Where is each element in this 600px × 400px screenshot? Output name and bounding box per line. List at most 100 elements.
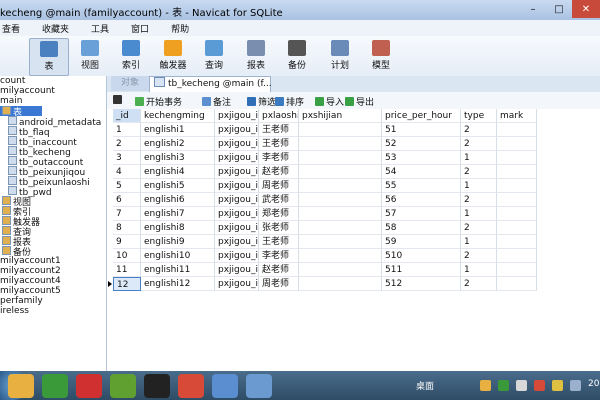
tree-item[interactable]: tb_kecheng (0, 146, 106, 158)
table-cell[interactable] (299, 151, 382, 165)
table-cell[interactable]: 武老师 (259, 193, 299, 207)
tree-item[interactable]: milyaccount4 (0, 276, 106, 286)
tray-icon[interactable] (534, 380, 545, 391)
table-cell[interactable]: 57 (382, 207, 461, 221)
table-cell[interactable] (497, 249, 537, 263)
table-cell[interactable]: englishi11 (141, 263, 215, 277)
table-cell[interactable]: pxjigou_id2 (215, 137, 259, 151)
table-cell[interactable]: pxjigou_id3 (215, 151, 259, 165)
table-cell[interactable]: 2 (113, 137, 141, 151)
table-cell[interactable]: englishi9 (141, 235, 215, 249)
table-cell[interactable]: 1 (461, 207, 497, 221)
table-cell[interactable]: 2 (461, 123, 497, 137)
table-cell[interactable]: 王老师 (259, 137, 299, 151)
table-cell[interactable]: 6 (113, 193, 141, 207)
taskbar-folder-icon[interactable] (8, 374, 34, 398)
table-cell[interactable]: pxjigou_id4 (215, 165, 259, 179)
table-cell[interactable] (497, 179, 537, 193)
taskbar-picture-icon[interactable] (212, 374, 238, 398)
tree-item[interactable]: ireless (0, 306, 106, 316)
column-header-pxjigou-id[interactable]: pxjigou_id (215, 109, 259, 123)
menu-window[interactable]: 窗口 (131, 22, 149, 35)
table-cell[interactable]: 7 (113, 207, 141, 221)
table-cell[interactable]: 2 (461, 137, 497, 151)
toolbar-model-button[interactable]: 模型 (362, 38, 400, 74)
taskbar-ie-icon[interactable] (42, 374, 68, 398)
table-cell[interactable]: 2 (461, 193, 497, 207)
tree-item[interactable]: 视图 (0, 196, 106, 208)
table-cell[interactable] (299, 207, 382, 221)
table-cell[interactable]: 8 (113, 221, 141, 235)
toolbar-table-button[interactable]: 表 (29, 38, 69, 76)
table-cell[interactable]: 周老师 (259, 179, 299, 193)
action-filter-button[interactable]: 筛选 (247, 95, 276, 108)
tab-objects[interactable]: 对象 (111, 76, 149, 91)
table-cell[interactable]: 9 (113, 235, 141, 249)
table-cell[interactable] (497, 221, 537, 235)
table-cell[interactable] (497, 137, 537, 151)
table-cell[interactable]: englishi2 (141, 137, 215, 151)
table-cell[interactable] (299, 249, 382, 263)
table-cell[interactable]: 3 (113, 151, 141, 165)
action-import-button[interactable]: 导入 (315, 95, 344, 108)
toolbar-query-button[interactable]: 查询 (195, 38, 233, 74)
column-header-price-per-hour[interactable]: price_per_hour (382, 109, 461, 123)
action-sort-button[interactable]: 排序 (275, 95, 304, 108)
tree-item[interactable]: 索引 (0, 206, 106, 218)
taskbar-dark-app-icon[interactable] (144, 374, 170, 398)
table-cell[interactable]: 王老师 (259, 123, 299, 137)
table-cell[interactable]: pxjigou_id9 (215, 235, 259, 249)
column-header-type[interactable]: type (461, 109, 497, 123)
table-cell[interactable]: 59 (382, 235, 461, 249)
table-cell[interactable]: 周老师 (259, 277, 299, 291)
tree-item[interactable]: tb_pwd (0, 186, 106, 198)
toolbar-report-button[interactable]: 报表 (237, 38, 275, 74)
tree-item[interactable]: 报表 (0, 236, 106, 248)
desktop-label[interactable]: 桌面 (416, 379, 434, 392)
tray-icon[interactable] (498, 380, 509, 391)
action-export-button[interactable]: 导出 (345, 95, 374, 108)
table-cell[interactable]: englishi6 (141, 193, 215, 207)
menu-view[interactable]: 查看 (2, 22, 20, 35)
table-cell[interactable]: 512 (382, 277, 461, 291)
toolbar-view-button[interactable]: 视图 (71, 38, 109, 74)
menu-favorites[interactable]: 收藏夹 (42, 22, 69, 35)
table-cell[interactable]: 李老师 (259, 151, 299, 165)
table-cell[interactable]: englishi1 (141, 123, 215, 137)
tree-item[interactable]: perfamily (0, 296, 106, 306)
toolbar-schedule-button[interactable]: 计划 (321, 38, 359, 74)
tree-item[interactable]: tb_peixunlaoshi (0, 176, 106, 188)
close-button[interactable]: ✕ (572, 0, 600, 18)
table-cell[interactable]: 52 (382, 137, 461, 151)
tree-item[interactable]: milyaccount5 (0, 286, 106, 296)
table-cell[interactable]: 赵老师 (259, 263, 299, 277)
table-cell[interactable]: englishi12 (141, 277, 215, 291)
table-cell[interactable] (497, 207, 537, 221)
table-cell[interactable]: pxjigou_id10 (215, 249, 259, 263)
toolbar-trigger-button[interactable]: 触发器 (154, 38, 192, 74)
table-cell[interactable]: englishi4 (141, 165, 215, 179)
tree-item[interactable]: count (0, 76, 106, 86)
table-cell[interactable] (497, 263, 537, 277)
table-cell[interactable]: englishi7 (141, 207, 215, 221)
table-cell[interactable]: 2 (461, 221, 497, 235)
tray-icon[interactable] (552, 380, 563, 391)
table-cell[interactable] (497, 123, 537, 137)
table-cell[interactable]: 55 (382, 179, 461, 193)
table-cell[interactable]: 11 (113, 263, 141, 277)
table-cell[interactable]: 4 (113, 165, 141, 179)
column-header-mark[interactable]: mark (497, 109, 537, 123)
toolbar-backup-button[interactable]: 备份 (278, 38, 316, 74)
action-transaction-button[interactable]: 开始事务 (135, 95, 182, 108)
table-cell[interactable]: 5 (113, 179, 141, 193)
tree-item[interactable]: tb_flaq (0, 126, 106, 138)
column-header-pxlaoshi[interactable]: pxlaoshi (259, 109, 299, 123)
tree-item[interactable]: 触发器 (0, 216, 106, 228)
tree-item[interactable]: main (0, 96, 106, 106)
tree-item[interactable]: 表 (0, 106, 42, 118)
tray-icon[interactable] (570, 380, 581, 391)
table-cell[interactable]: 2 (461, 249, 497, 263)
table-cell[interactable]: 53 (382, 151, 461, 165)
table-cell[interactable]: 51 (382, 123, 461, 137)
taskbar-navicat-icon[interactable] (246, 374, 272, 398)
